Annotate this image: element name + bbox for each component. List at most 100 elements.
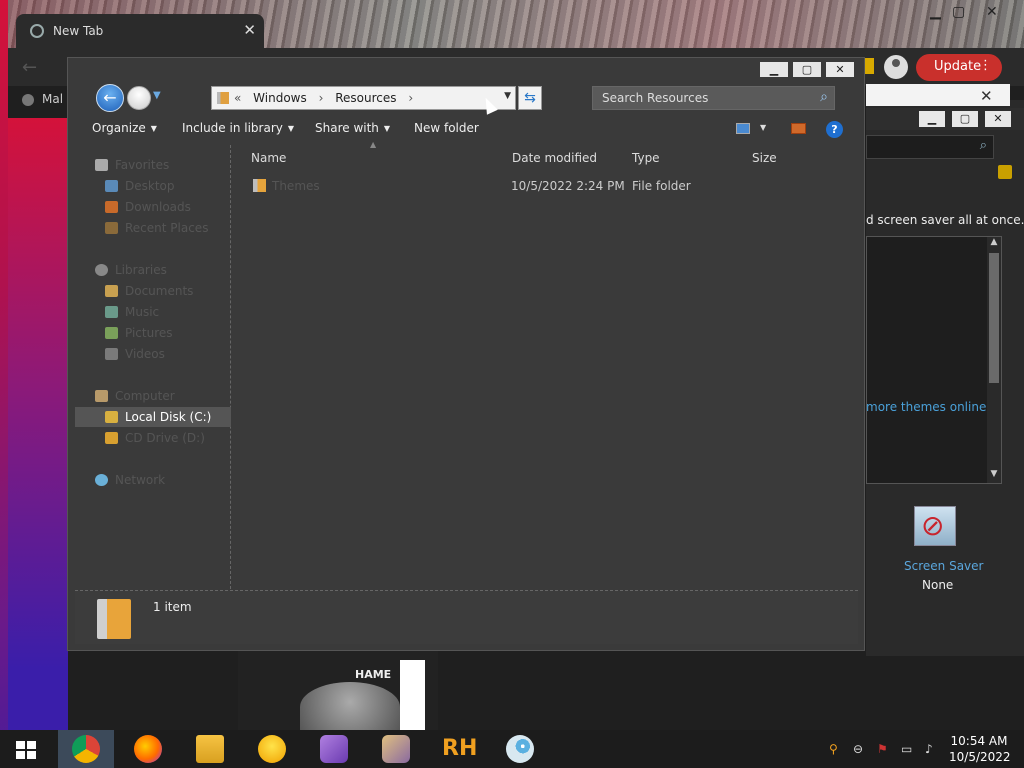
scroll-down-icon[interactable]: ▼ xyxy=(987,469,1001,483)
nav-music[interactable]: Music xyxy=(75,302,231,322)
personalization-search-input[interactable]: ⌕ xyxy=(866,135,994,159)
personalization-minimize-button[interactable]: ▁ xyxy=(919,111,945,127)
themes-scrollbar[interactable]: ▲ ▼ xyxy=(987,237,1001,483)
recent-pages-dropdown-icon[interactable]: ▼ xyxy=(153,90,161,101)
breadcrumb-overflow-icon[interactable]: « xyxy=(234,91,241,105)
new-folder-button[interactable]: New folder xyxy=(414,121,479,135)
address-bar[interactable]: « Windows › Resources › ▼ xyxy=(211,86,516,110)
chevron-down-icon: ▼ xyxy=(287,124,295,133)
personalization-maximize-button[interactable]: ▢ xyxy=(952,111,978,127)
chrome-back-icon[interactable]: ← xyxy=(22,57,37,78)
forward-button[interactable] xyxy=(127,86,151,110)
clock-time[interactable]: 10:54 AM xyxy=(949,734,1009,748)
desktop-icon xyxy=(105,180,118,192)
start-button[interactable] xyxy=(16,741,36,759)
nav-computer[interactable]: Computer xyxy=(75,386,231,406)
minus-circle-icon[interactable]: ⊖ xyxy=(853,742,867,756)
search-icon[interactable]: ⚲ xyxy=(829,742,843,756)
explorer-maximize-button[interactable]: ▢ xyxy=(793,62,821,77)
screen-saver-link[interactable]: Screen Saver xyxy=(904,559,983,573)
taskbar-file-explorer[interactable] xyxy=(182,730,238,768)
chrome-tab-close-icon[interactable]: ✕ xyxy=(243,21,256,39)
computer-icon xyxy=(95,390,108,402)
chrome-close-icon[interactable]: ✕ xyxy=(986,4,998,20)
scroll-thumb[interactable] xyxy=(989,253,999,383)
preview-pane-icon[interactable] xyxy=(791,123,806,134)
more-themes-link[interactable]: more themes online xyxy=(866,400,986,414)
themes-list[interactable]: ▲ ▼ xyxy=(866,236,1002,484)
include-in-library-button[interactable]: Include in library ▼ xyxy=(182,121,294,135)
chrome-profile-avatar[interactable] xyxy=(884,55,908,79)
personalization-close-button[interactable]: ✕ xyxy=(985,111,1011,127)
cd-drive-icon xyxy=(105,432,118,444)
search-placeholder: Search Resources xyxy=(602,91,709,105)
nav-recent-places[interactable]: Recent Places xyxy=(75,218,231,238)
taskbar-visual-studio[interactable] xyxy=(306,730,362,768)
personalization-help-icon[interactable] xyxy=(998,165,1012,179)
column-header-date[interactable]: Date modified xyxy=(512,151,597,165)
nav-pictures[interactable]: Pictures xyxy=(75,323,231,343)
chrome-page-content xyxy=(8,118,68,730)
windows-logo-icon xyxy=(16,751,25,759)
breadcrumb-windows[interactable]: Windows xyxy=(253,91,307,105)
help-icon[interactable]: ? xyxy=(826,121,843,138)
flag-icon[interactable]: ⚑ xyxy=(877,742,891,756)
share-with-button[interactable]: Share with ▼ xyxy=(315,121,390,135)
taskbar-yahoo-messenger[interactable] xyxy=(244,730,300,768)
chrome-maximize-icon[interactable]: ▢ xyxy=(952,4,965,20)
nav-local-disk[interactable]: Local Disk (C:) xyxy=(75,407,231,427)
nav-videos[interactable]: Videos xyxy=(75,344,231,364)
nav-label: CD Drive (D:) xyxy=(125,431,205,445)
search-icon: ⌕ xyxy=(979,138,987,153)
column-header-name[interactable]: Name xyxy=(251,151,286,165)
taskbar-resource-hacker[interactable]: RH xyxy=(430,730,486,768)
organize-button[interactable]: Organize ▼ xyxy=(92,121,157,135)
network-icon[interactable]: ▭ xyxy=(901,742,915,756)
nav-label: Recent Places xyxy=(125,221,209,235)
file-name: Themes xyxy=(272,179,320,193)
explorer-minimize-button[interactable]: ▁ xyxy=(760,62,788,77)
address-dropdown-icon[interactable]: ▼ xyxy=(504,91,511,101)
chevron-down-icon: ▼ xyxy=(150,124,157,133)
nav-desktop[interactable]: Desktop xyxy=(75,176,231,196)
nav-documents[interactable]: Documents xyxy=(75,281,231,301)
windows-logo-icon xyxy=(16,741,25,749)
change-view-icon[interactable] xyxy=(736,123,750,134)
column-header-size[interactable]: Size xyxy=(752,151,777,165)
breadcrumb-chevron-icon[interactable]: › xyxy=(319,91,324,105)
refresh-button[interactable]: ⇆ xyxy=(518,86,542,110)
nav-downloads[interactable]: Downloads xyxy=(75,197,231,217)
chrome-minimize-icon[interactable]: ▁ xyxy=(930,4,941,20)
personalization-outer-close-icon[interactable]: ✕ xyxy=(980,87,993,105)
rock-image xyxy=(300,682,400,732)
taskbar-chrome[interactable] xyxy=(58,730,114,768)
nav-network[interactable]: Network xyxy=(75,470,231,490)
chrome-update-button[interactable]: Update ⋮ xyxy=(916,54,1002,81)
nav-label: Videos xyxy=(125,347,165,361)
nav-libraries[interactable]: Libraries xyxy=(75,260,231,280)
file-list[interactable]: Name Date modified Type Size xyxy=(232,145,858,589)
search-field[interactable]: Search Resources ⌕ xyxy=(592,86,835,110)
nav-favorites[interactable]: Favorites xyxy=(75,155,231,175)
item-count: 1 item xyxy=(153,600,192,614)
nav-cd-drive[interactable]: CD Drive (D:) xyxy=(75,428,231,448)
volume-icon[interactable]: ♪ xyxy=(925,742,939,756)
chrome-bookmark-item[interactable]: Mal xyxy=(22,92,63,106)
column-header-type[interactable]: Type xyxy=(632,151,660,165)
scroll-up-icon[interactable]: ▲ xyxy=(987,237,1001,251)
chrome-tab-new-tab[interactable]: New Tab ✕ xyxy=(16,14,264,48)
taskbar-app-image-editor[interactable] xyxy=(368,730,424,768)
organize-label: Organize xyxy=(92,121,146,135)
screen-saver-value: None xyxy=(922,578,954,592)
breadcrumb-resources[interactable]: Resources xyxy=(335,91,396,105)
breadcrumb-chevron-icon[interactable]: › xyxy=(408,91,413,105)
screen-saver-icon[interactable] xyxy=(914,506,956,546)
table-row[interactable]: Themes 10/5/2022 2:24 PM File folder xyxy=(250,177,850,197)
back-button[interactable]: ← xyxy=(96,84,124,112)
taskbar-firefox[interactable] xyxy=(120,730,176,768)
explorer-close-button[interactable]: ✕ xyxy=(826,62,854,77)
include-label: Include in library xyxy=(182,121,283,135)
taskbar-paint[interactable] xyxy=(492,730,548,768)
clock-date[interactable]: 10/5/2022 xyxy=(949,750,1011,764)
view-dropdown-icon[interactable]: ▼ xyxy=(760,123,766,132)
